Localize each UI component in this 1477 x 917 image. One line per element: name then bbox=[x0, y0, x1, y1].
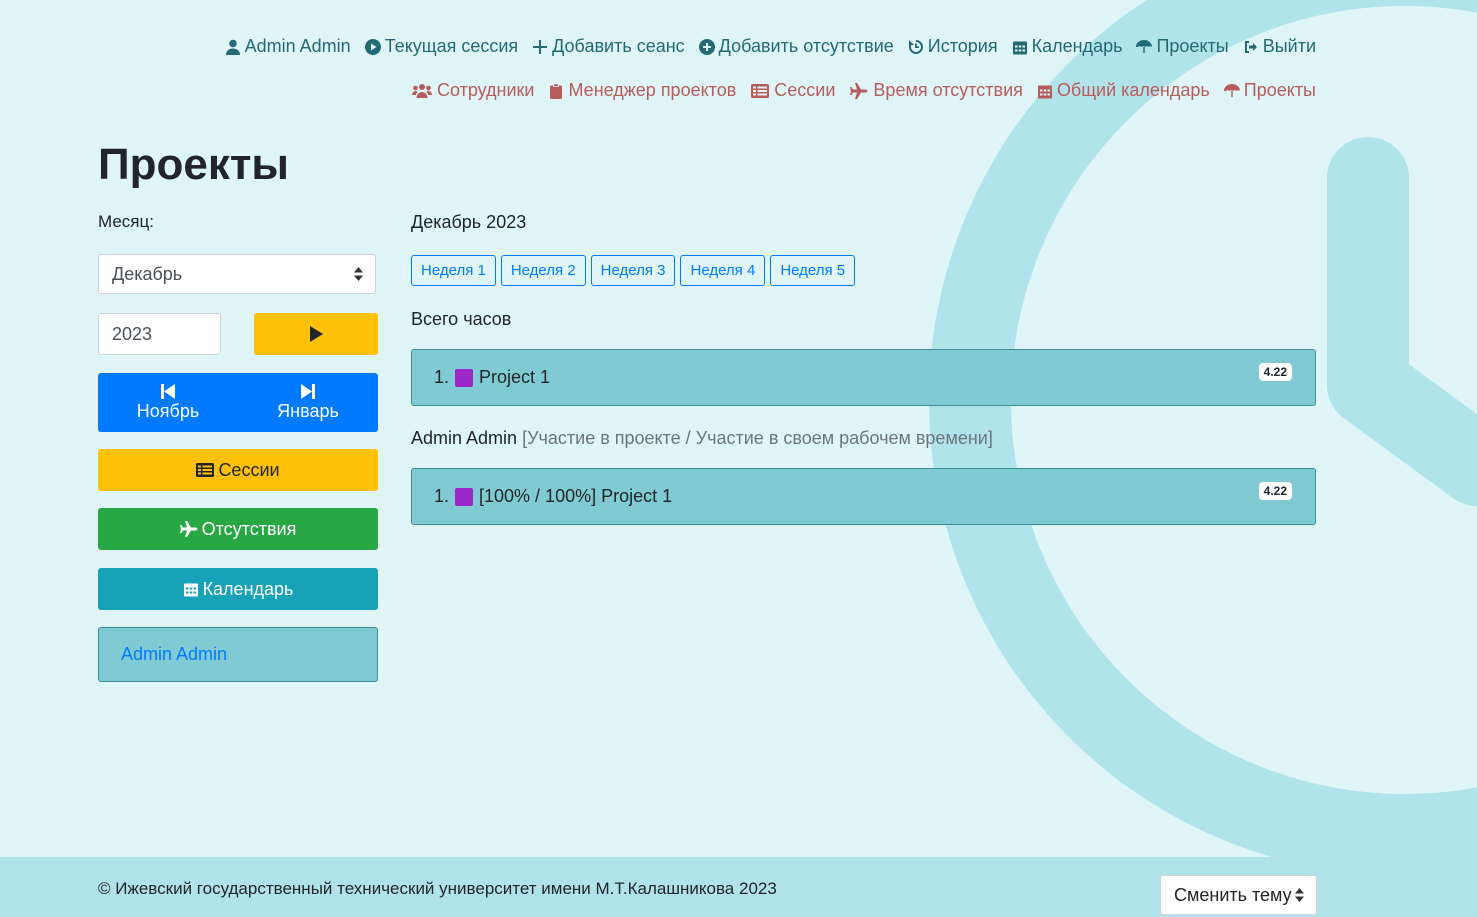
nav-add-session[interactable]: Добавить сеанс bbox=[532, 36, 685, 57]
report-period: Декабрь 2023 bbox=[411, 212, 527, 232]
nav-shared-calendar[interactable]: Общий календарь bbox=[1037, 80, 1210, 101]
admin-nav: Сотрудники Менеджер проектов Сессии Врем… bbox=[411, 80, 1316, 101]
theme-switch-select[interactable]: Сменить тему bbox=[1160, 875, 1317, 915]
user-section-heading: Admin Admin [Участие в проекте / Участие… bbox=[411, 428, 993, 449]
users-icon bbox=[411, 83, 432, 98]
week-3-button[interactable]: Неделя 3 bbox=[590, 255, 676, 286]
step-forward-icon bbox=[301, 383, 315, 399]
nav-user[interactable]: Admin Admin bbox=[225, 36, 351, 57]
absences-button[interactable]: Отсутствия bbox=[98, 508, 378, 550]
umbrella-icon bbox=[1136, 39, 1153, 53]
nav-absence-time[interactable]: Время отсутствия bbox=[849, 80, 1023, 101]
step-backward-icon bbox=[161, 383, 175, 399]
prev-month-button[interactable]: Ноябрь bbox=[98, 373, 238, 432]
week-1-button[interactable]: Неделя 1 bbox=[411, 255, 496, 286]
week-tabs: Неделя 1 Неделя 2 Неделя 3 Неделя 4 Неде… bbox=[411, 255, 856, 286]
history-icon bbox=[908, 39, 923, 54]
footer: © Ижевский государственный технический у… bbox=[0, 857, 1477, 917]
total-hours-label: Всего часов bbox=[411, 309, 512, 329]
calendar-icon bbox=[1037, 85, 1052, 98]
week-2-button[interactable]: Неделя 2 bbox=[500, 255, 586, 286]
user-name: Admin Admin bbox=[411, 428, 518, 448]
nav-calendar[interactable]: Календарь bbox=[1012, 36, 1122, 57]
primary-nav: Admin Admin Текущая сессия Добавить сеан… bbox=[225, 36, 1316, 57]
nav-project-manager[interactable]: Менеджер проектов bbox=[548, 80, 736, 101]
plus-icon bbox=[533, 39, 548, 54]
sign-out-icon bbox=[1244, 40, 1257, 53]
year-input-value: 2023 bbox=[112, 323, 153, 344]
clipboard-icon bbox=[550, 83, 563, 99]
calendar-icon bbox=[183, 583, 198, 597]
plus-circle-icon bbox=[698, 38, 715, 55]
umbrella-icon bbox=[1223, 83, 1240, 97]
project-name: [100% / 100%] Project 1 bbox=[479, 486, 673, 506]
nav-history[interactable]: История bbox=[908, 36, 998, 57]
nav-sessions[interactable]: Сессии bbox=[750, 80, 835, 101]
next-month-button[interactable]: Январь bbox=[238, 373, 378, 432]
project-name: Project 1 bbox=[479, 367, 551, 387]
plane-icon bbox=[179, 521, 198, 537]
select-arrows-icon bbox=[1295, 888, 1304, 902]
page-title: Проекты bbox=[98, 140, 289, 189]
play-circle-icon bbox=[364, 38, 381, 55]
year-input[interactable]: 2023 bbox=[98, 313, 221, 355]
user-filter-item[interactable]: Admin Admin bbox=[98, 627, 378, 682]
nav-employees[interactable]: Сотрудники bbox=[411, 80, 534, 101]
project-color-swatch bbox=[455, 487, 474, 506]
hours-badge: 4.22 bbox=[1258, 363, 1292, 381]
month-navigation: Ноябрь Январь bbox=[98, 373, 378, 432]
user-icon bbox=[225, 39, 240, 55]
row-index: 1. bbox=[434, 367, 450, 387]
list-item: 1. Project 1 4.22 bbox=[411, 349, 1316, 406]
filter-panel: Месяц: Декабрь 2023 Ноябрь Январь Сессии… bbox=[98, 212, 378, 682]
month-label: Месяц: bbox=[98, 212, 154, 231]
calendar-icon bbox=[1012, 41, 1027, 54]
calendar-button[interactable]: Календарь bbox=[98, 568, 378, 610]
apply-filter-button[interactable] bbox=[254, 313, 378, 355]
nav-logout[interactable]: Выйти bbox=[1243, 36, 1316, 57]
user-note: [Участие в проекте / Участие в своем раб… bbox=[522, 428, 993, 448]
month-select-value: Декабрь bbox=[112, 263, 183, 284]
month-select[interactable]: Декабрь bbox=[98, 254, 376, 294]
sessions-button[interactable]: Сессии bbox=[98, 449, 378, 491]
nav-current-session[interactable]: Текущая сессия bbox=[364, 36, 518, 57]
week-5-button[interactable]: Неделя 5 bbox=[770, 255, 856, 286]
nav-projects[interactable]: Проекты bbox=[1136, 36, 1229, 57]
list-icon bbox=[751, 83, 770, 98]
play-icon bbox=[310, 326, 323, 342]
nav-add-absence[interactable]: Добавить отсутствие bbox=[698, 36, 894, 57]
list-item: 1. [100% / 100%] Project 1 4.22 bbox=[411, 468, 1316, 525]
select-arrows-icon bbox=[354, 267, 363, 281]
nav-admin-projects[interactable]: Проекты bbox=[1223, 80, 1316, 101]
row-index: 1. bbox=[434, 486, 450, 506]
project-color-swatch bbox=[455, 368, 474, 387]
hours-badge: 4.22 bbox=[1258, 482, 1292, 500]
report-panel: Декабрь 2023 Неделя 1 Неделя 2 Неделя 3 … bbox=[411, 212, 1316, 525]
plane-icon bbox=[850, 82, 868, 99]
list-icon bbox=[196, 463, 215, 477]
copyright-text: © Ижевский государственный технический у… bbox=[98, 879, 777, 898]
week-4-button[interactable]: Неделя 4 bbox=[680, 255, 766, 286]
